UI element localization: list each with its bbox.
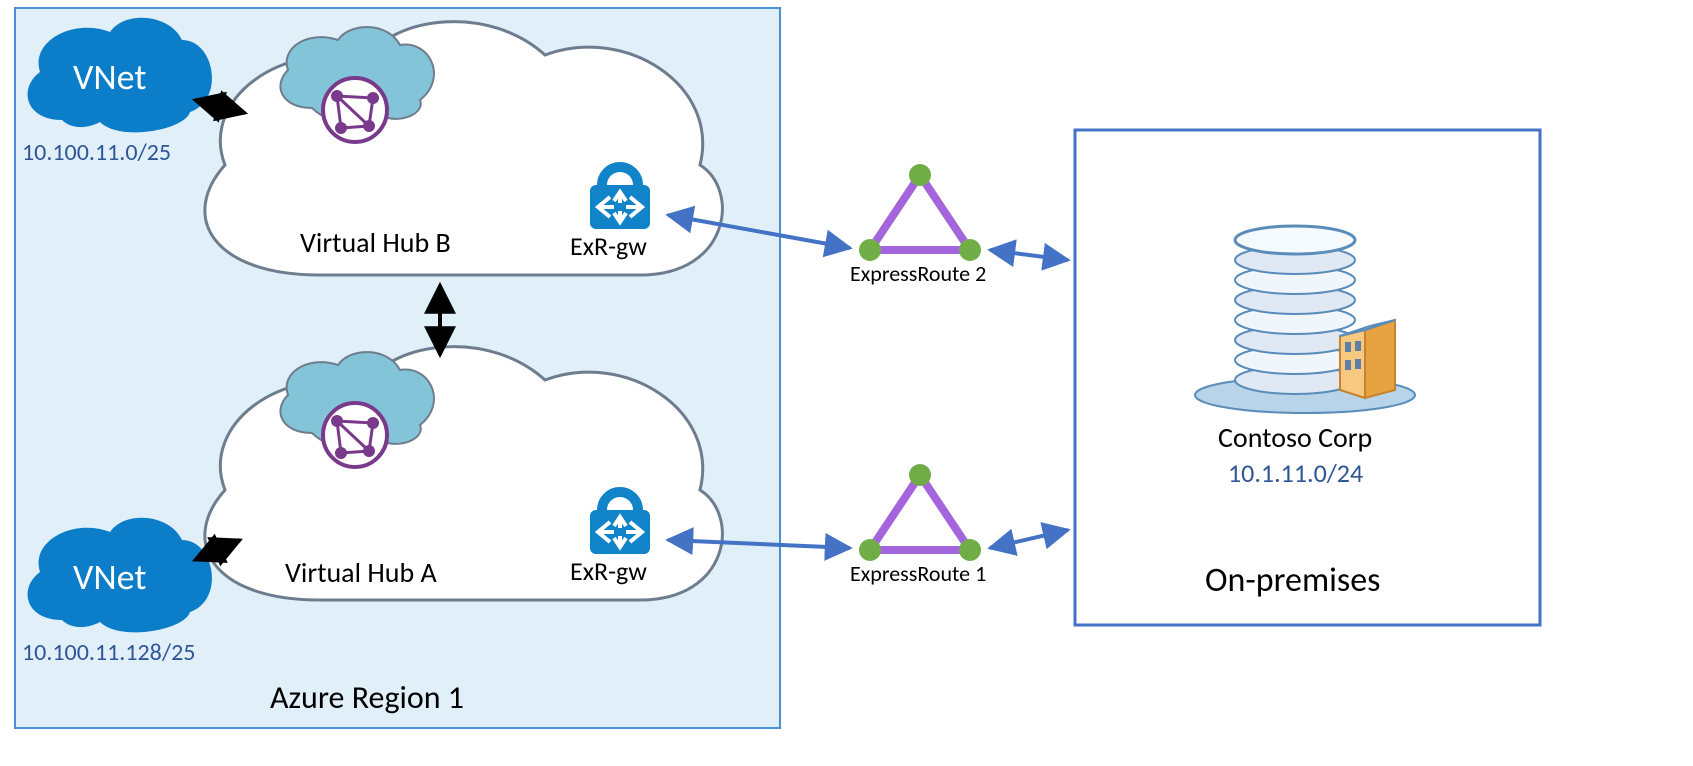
expressroute-2-icon bbox=[859, 164, 981, 261]
globe-icon bbox=[323, 403, 387, 467]
hub-b-gateway-label: ExR-gw bbox=[570, 230, 647, 262]
link-er1-onprem bbox=[990, 530, 1068, 548]
corp-cidr: 10.1.11.0/24 bbox=[1228, 457, 1363, 489]
hub-b-label: Virtual Hub B bbox=[300, 225, 451, 260]
vnet-top-cidr: 10.100.11.0/25 bbox=[22, 138, 171, 167]
hub-a-label: Virtual Hub A bbox=[285, 555, 437, 590]
globe-icon bbox=[323, 78, 387, 142]
expressroute-1-icon bbox=[859, 464, 981, 561]
vnet-bottom-label: VNet bbox=[73, 555, 146, 599]
er1-label: ExpressRoute 1 bbox=[850, 560, 986, 587]
region-title: Azure Region 1 bbox=[270, 678, 464, 717]
vnet-top-label: VNet bbox=[73, 55, 146, 99]
corp-name: Contoso Corp bbox=[1218, 420, 1372, 455]
link-er2-onprem bbox=[990, 250, 1068, 260]
hub-a-gateway-label: ExR-gw bbox=[570, 555, 647, 587]
er2-label: ExpressRoute 2 bbox=[850, 260, 986, 287]
diagram-canvas bbox=[0, 0, 1693, 766]
vnet-bottom-cidr: 10.100.11.128/25 bbox=[22, 638, 195, 667]
onprem-title: On-premises bbox=[1205, 560, 1380, 601]
